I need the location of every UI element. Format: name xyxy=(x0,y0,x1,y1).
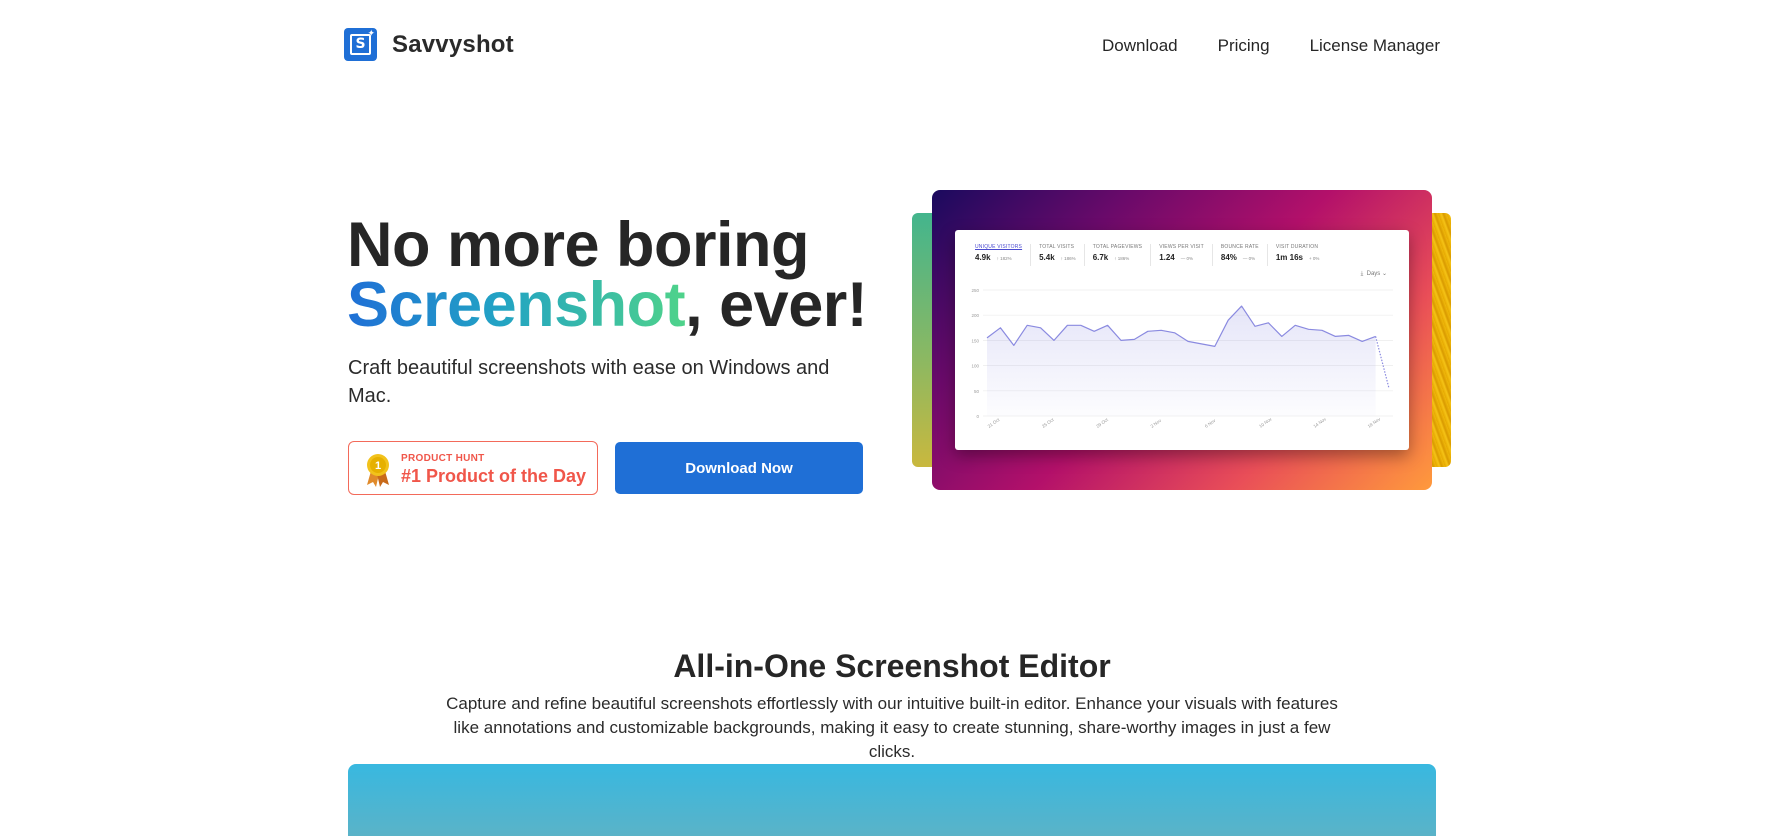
hero-title-rest: , ever! xyxy=(685,270,868,340)
brand[interactable]: S ✦ Savvyshot xyxy=(344,28,514,61)
hero-title-highlight: Screenshot xyxy=(347,270,686,340)
series-line-incomplete xyxy=(1375,336,1390,389)
x-tick-label: 18 Nov xyxy=(1367,416,1382,429)
metric-label: UNIQUE VISITORS xyxy=(975,244,1023,250)
y-tick-label: 150 xyxy=(971,338,979,343)
metric-label: TOTAL PAGEVIEWS xyxy=(1092,244,1143,250)
preview-gradient-background: UNIQUE VISITORS 4.9k ↑ 182% TOTAL VISITS … xyxy=(932,190,1432,490)
badge-title: #1 Product of the Day xyxy=(401,466,587,486)
chevron-down-icon: ⌄ xyxy=(1381,271,1387,277)
product-hunt-badge[interactable]: 1 PRODUCT HUNT #1 Product of the Day xyxy=(348,441,598,495)
metric-total-pageviews: TOTAL PAGEVIEWS 6.7k ↑ 186% xyxy=(1093,244,1152,266)
metric-delta: ↑ 186% xyxy=(1060,256,1076,261)
metric-value: 5.4k xyxy=(1039,253,1055,262)
visitors-line-chart: 250 200 150 100 50 0 21 Oct 25 Oct 29 Oct 2 Nov 6 … xyxy=(971,288,1393,429)
logo-spark-icon: ✦ xyxy=(367,28,375,38)
metric-delta: + 0% xyxy=(1308,256,1320,261)
features-description: Capture and refine beautiful screenshots… xyxy=(446,694,1338,761)
y-tick-label: 50 xyxy=(974,389,980,394)
y-tick-label: 100 xyxy=(971,364,979,369)
y-tick-label: 0 xyxy=(976,414,979,419)
nav-pricing-link[interactable]: Pricing xyxy=(1218,36,1270,56)
hero-title: No more boring Screenshot, ever! xyxy=(347,214,868,337)
metric-bounce-rate: BOUNCE RATE 84% — 0% xyxy=(1221,244,1268,266)
metric-unique-visitors: UNIQUE VISITORS 4.9k ↑ 182% xyxy=(975,244,1032,266)
metrics-row: UNIQUE VISITORS 4.9k ↑ 182% TOTAL VISITS … xyxy=(975,244,1335,266)
x-tick-label: 14 Nov xyxy=(1312,416,1327,429)
x-tick-label: 6 Nov xyxy=(1204,418,1217,429)
features-title: All-in-One Screenshot Editor xyxy=(673,648,1111,684)
x-tick-label: 2 Nov xyxy=(1150,418,1163,429)
x-tick-label: 10 Nov xyxy=(1258,416,1273,429)
nav-download-link[interactable]: Download xyxy=(1102,36,1178,56)
main-nav: Download Pricing License Manager xyxy=(1102,36,1440,56)
x-tick-label: 25 Oct xyxy=(1041,417,1055,429)
badge-label: PRODUCT HUNT xyxy=(401,453,485,464)
medal-number: 1 xyxy=(375,460,381,472)
metric-value: 6.7k xyxy=(1092,253,1109,262)
metric-delta: ↑ 186% xyxy=(1114,256,1130,261)
download-icon: ⤓ xyxy=(1360,271,1364,277)
metric-delta: ↑ 182% xyxy=(996,256,1012,261)
site-header: S ✦ Savvyshot Download Pricing License M… xyxy=(0,0,1784,90)
metric-value: 84% xyxy=(1220,253,1237,262)
brand-logo-icon: S ✦ xyxy=(344,28,377,61)
x-tick-label: 21 Oct xyxy=(987,417,1001,429)
metric-value: 1.24 xyxy=(1159,253,1175,262)
metric-delta: — 0% xyxy=(1180,256,1194,261)
interval-selector: ⤓ Days ⌄ xyxy=(1361,270,1387,278)
metric-value: 1m 16s xyxy=(1275,253,1303,262)
metric-views-per-visit: VIEWS PER VISIT 1.24 — 0% xyxy=(1159,244,1213,266)
x-tick-label: 29 Oct xyxy=(1095,417,1109,429)
series-area xyxy=(987,306,1376,416)
metric-total-visits: TOTAL VISITS 5.4k ↑ 186% xyxy=(1039,244,1085,266)
metric-value: 4.9k xyxy=(975,253,991,262)
metric-label: BOUNCE RATE xyxy=(1220,244,1259,250)
nav-license-manager-link[interactable]: License Manager xyxy=(1310,36,1440,56)
metric-label: VIEWS PER VISIT xyxy=(1159,244,1204,250)
download-now-button[interactable]: Download Now xyxy=(615,442,863,494)
y-tick-label: 200 xyxy=(971,313,979,318)
analytics-screenshot-card: UNIQUE VISITORS 4.9k ↑ 182% TOTAL VISITS … xyxy=(955,230,1409,450)
editor-preview-banner xyxy=(348,764,1436,836)
interval-label: Days xyxy=(1366,271,1381,277)
medal-icon: 1 xyxy=(367,454,389,487)
metric-label: VISIT DURATION xyxy=(1275,244,1319,250)
metric-label: TOTAL VISITS xyxy=(1039,244,1075,250)
metric-visit-duration: VISIT DURATION 1m 16s + 0% xyxy=(1276,244,1328,266)
metric-delta: — 0% xyxy=(1242,256,1256,261)
y-tick-label: 250 xyxy=(971,288,979,293)
brand-name[interactable]: Savvyshot xyxy=(392,31,514,59)
hero-subtitle: Craft beautiful screenshots with ease on… xyxy=(348,357,830,407)
hero-preview-image: UNIQUE VISITORS 4.9k ↑ 182% TOTAL VISITS … xyxy=(912,190,1451,490)
